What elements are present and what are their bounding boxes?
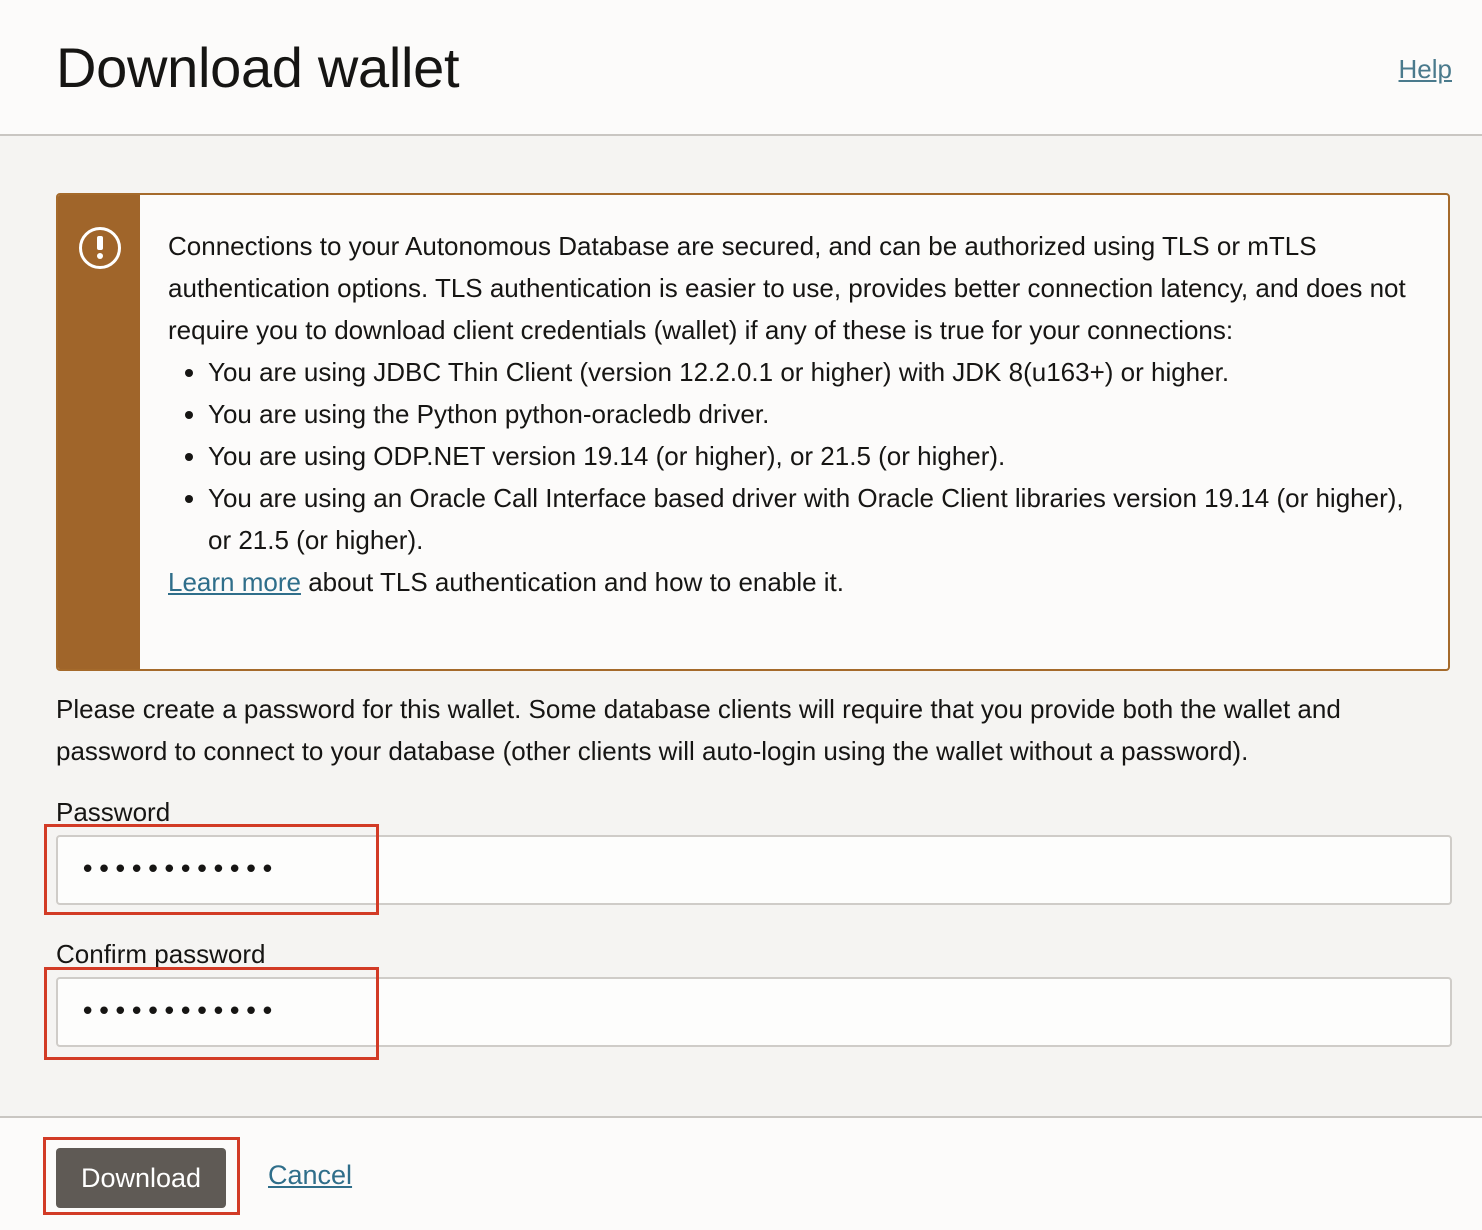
learn-more-suffix: about TLS authentication and how to enab… [300, 567, 844, 597]
download-button[interactable]: Download [56, 1148, 226, 1208]
notice-list: You are using JDBC Thin Client (version … [168, 351, 1428, 561]
password-label: Password [56, 797, 171, 827]
page-title: Download wallet [56, 36, 460, 99]
password-instructions: Please create a password for this wallet… [56, 694, 1341, 766]
dialog-header: Download wallet Help [0, 0, 1482, 136]
confirm-password-label: Confirm password [56, 939, 266, 969]
exclamation-circle-icon [79, 227, 121, 269]
list-item: You are using the Python python-oracledb… [208, 393, 1428, 435]
list-item: You are using an Oracle Call Interface b… [208, 477, 1428, 561]
tls-info-notice: Connections to your Autonomous Database … [56, 193, 1450, 671]
list-item: You are using JDBC Thin Client (version … [208, 351, 1428, 393]
notice-intro: Connections to your Autonomous Database … [168, 231, 1406, 345]
password-input[interactable] [56, 835, 1452, 905]
cancel-link[interactable]: Cancel [268, 1160, 352, 1191]
list-item: You are using ODP.NET version 19.14 (or … [208, 435, 1428, 477]
learn-more-line: Learn more about TLS authentication and … [168, 561, 1428, 603]
notice-accent-bar [58, 195, 140, 669]
confirm-password-input[interactable] [56, 977, 1452, 1047]
notice-body: Connections to your Autonomous Database … [168, 225, 1428, 603]
learn-more-link[interactable]: Learn more [168, 567, 301, 597]
help-link[interactable]: Help [1399, 54, 1452, 85]
